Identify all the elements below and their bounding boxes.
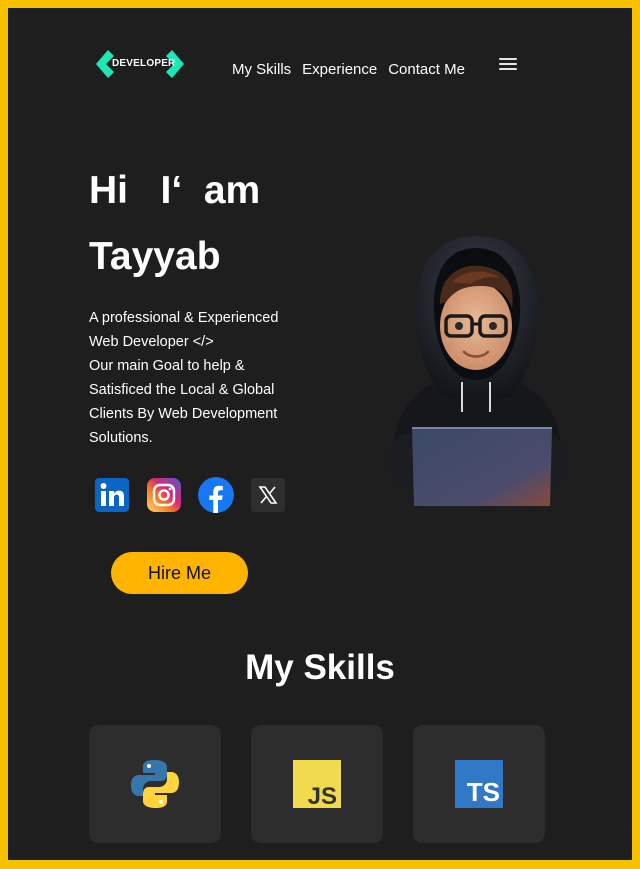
hero-desc-line: A professional & Experienced bbox=[89, 310, 279, 326]
developer-avatar bbox=[388, 236, 566, 506]
instagram-icon[interactable] bbox=[146, 477, 182, 513]
python-icon bbox=[131, 760, 179, 808]
hero-desc-line: Satisficed the Local & Global bbox=[89, 382, 275, 398]
logo-text: DEVELOPER bbox=[112, 58, 176, 69]
hero-desc-line: Web Developer </> bbox=[89, 334, 214, 350]
skill-card-python[interactable] bbox=[89, 725, 221, 843]
main-nav: My Skills Experience Contact Me bbox=[232, 61, 465, 78]
hero-description: A professional & Experienced Web Develop… bbox=[89, 306, 299, 450]
js-label: JS bbox=[308, 783, 337, 808]
page-frame: DEVELOPER My Skills Experience Contact M… bbox=[8, 8, 632, 860]
social-links bbox=[94, 477, 286, 513]
ts-label: TS bbox=[467, 777, 500, 807]
hero-name: Tayyab bbox=[89, 235, 221, 278]
hero-desc-line: Clients By Web Development bbox=[89, 406, 278, 422]
hero-title: Hi I‘ am Tayyab bbox=[89, 158, 260, 290]
hero-greeting: Hi I‘ am bbox=[89, 169, 261, 212]
skill-card-typescript[interactable]: TS bbox=[413, 725, 545, 843]
hire-me-button[interactable]: Hire Me bbox=[111, 552, 248, 594]
nav-experience[interactable]: Experience bbox=[302, 61, 377, 78]
typescript-icon: TS bbox=[455, 760, 503, 808]
linkedin-icon[interactable] bbox=[94, 477, 130, 513]
nav-my-skills[interactable]: My Skills bbox=[232, 61, 291, 78]
facebook-icon[interactable] bbox=[198, 477, 234, 513]
hero-desc-line: Our main Goal to help & bbox=[89, 358, 245, 374]
skills-title: My Skills bbox=[245, 648, 395, 687]
javascript-icon: JS bbox=[293, 760, 341, 808]
skill-card-javascript[interactable]: JS bbox=[251, 725, 383, 843]
hamburger-icon[interactable] bbox=[499, 58, 517, 74]
nav-contact-me[interactable]: Contact Me bbox=[388, 61, 465, 78]
x-icon[interactable] bbox=[250, 477, 286, 513]
hero-desc-line: Solutions. bbox=[89, 430, 153, 446]
